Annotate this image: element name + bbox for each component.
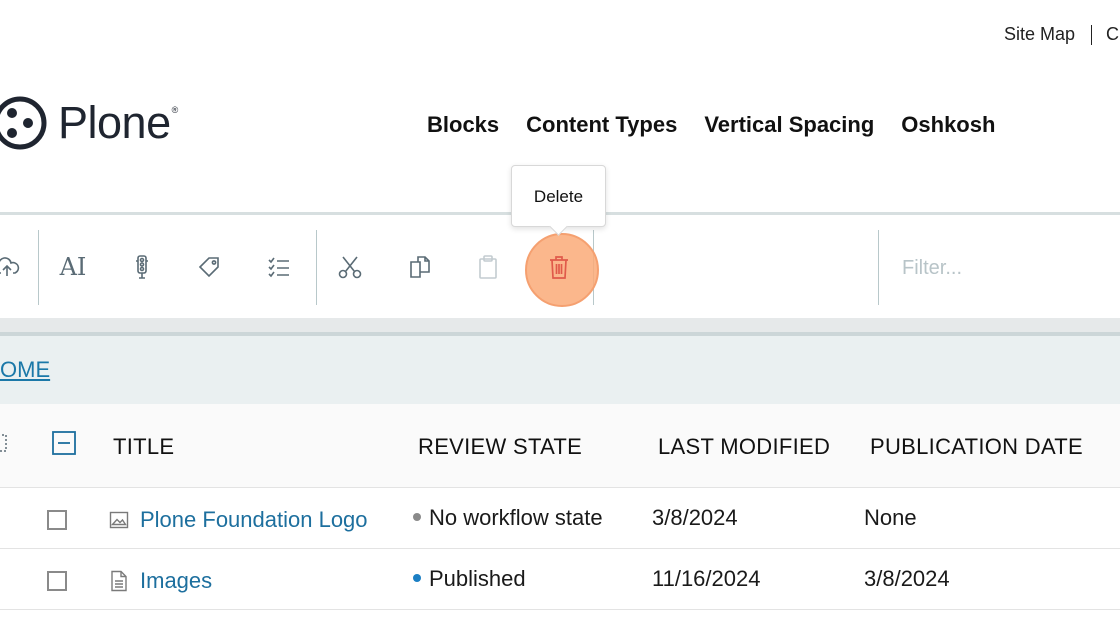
column-header-publication-date[interactable]: PUBLICATION DATE: [870, 434, 1083, 460]
traffic-light-icon: [136, 255, 148, 279]
top-links-divider: [1091, 24, 1093, 45]
logo-text: Plone®: [58, 97, 178, 148]
state-dot: [413, 574, 421, 583]
tag-icon: [198, 257, 219, 278]
toolbar-shadow: [0, 318, 1120, 332]
row-checkbox[interactable]: [47, 510, 67, 530]
image-icon: [109, 511, 129, 529]
toolbar-divider: [878, 230, 879, 305]
row-last-modified: 11/16/2024: [652, 566, 761, 591]
ai-icon: AI: [59, 253, 87, 281]
row-title-link[interactable]: Images: [140, 568, 212, 594]
column-header-last-modified[interactable]: LAST MODIFIED: [658, 434, 830, 460]
select-all-checkbox[interactable]: [52, 431, 76, 455]
nav-item-blocks[interactable]: Blocks: [427, 112, 499, 138]
filter-input[interactable]: [900, 250, 1104, 286]
column-header-title[interactable]: TITLE: [113, 434, 174, 460]
document-icon: [111, 570, 127, 592]
tags-button[interactable]: [193, 250, 227, 284]
copy-button[interactable]: [403, 250, 437, 284]
plone-logo-icon: [0, 96, 47, 150]
row-review-state-text: Published: [429, 566, 526, 591]
top-links: Site Map C: [1004, 24, 1119, 45]
site-logo[interactable]: Plone®: [0, 95, 178, 151]
breadcrumb-home[interactable]: OME: [0, 357, 50, 383]
site-map-link[interactable]: Site Map: [1004, 24, 1075, 45]
upload-button[interactable]: [0, 250, 24, 284]
delete-tooltip: Delete: [511, 165, 606, 227]
column-header-review-state[interactable]: REVIEW STATE: [418, 434, 582, 460]
state-button[interactable]: [125, 250, 159, 284]
row-last-modified: 3/8/2024: [652, 505, 738, 530]
cut-button[interactable]: [333, 250, 367, 284]
nav-item-vertical-spacing[interactable]: Vertical Spacing: [704, 112, 874, 138]
ai-button[interactable]: AI: [56, 250, 90, 284]
settings-dashed-icon: [0, 434, 7, 452]
tooltip-text: Delete: [533, 187, 584, 206]
row-review-state: No workflow state: [413, 505, 603, 531]
top-link-next[interactable]: C: [1106, 24, 1119, 45]
upload-icon: [0, 257, 20, 276]
state-dot: [413, 513, 421, 522]
breadcrumb-bar: [0, 336, 1120, 404]
toolbar-divider: [38, 230, 39, 305]
row-review-state-text: No workflow state: [429, 505, 603, 530]
toolbar-divider: [316, 230, 317, 305]
row-publication-date: 3/8/2024: [864, 566, 950, 591]
nav-item-content-types[interactable]: Content Types: [526, 112, 677, 138]
row-publication-date: None: [864, 505, 917, 530]
paste-icon: [479, 255, 497, 279]
delete-icon: [550, 256, 568, 279]
cut-icon: [338, 256, 362, 279]
minus-square-icon: [52, 431, 76, 455]
properties-button[interactable]: [262, 250, 296, 284]
row-title-link[interactable]: Plone Foundation Logo: [140, 507, 368, 533]
checklist-icon: [268, 257, 289, 278]
row-review-state: Published: [413, 566, 526, 592]
column-settings-button[interactable]: [0, 433, 8, 453]
delete-button[interactable]: [542, 250, 576, 284]
row-checkbox[interactable]: [47, 571, 67, 591]
paste-button[interactable]: [471, 250, 505, 284]
nav-item-oshkosh[interactable]: Oshkosh: [901, 112, 995, 138]
copy-icon: [410, 256, 430, 278]
main-nav: Blocks Content Types Vertical Spacing Os…: [427, 112, 1022, 138]
